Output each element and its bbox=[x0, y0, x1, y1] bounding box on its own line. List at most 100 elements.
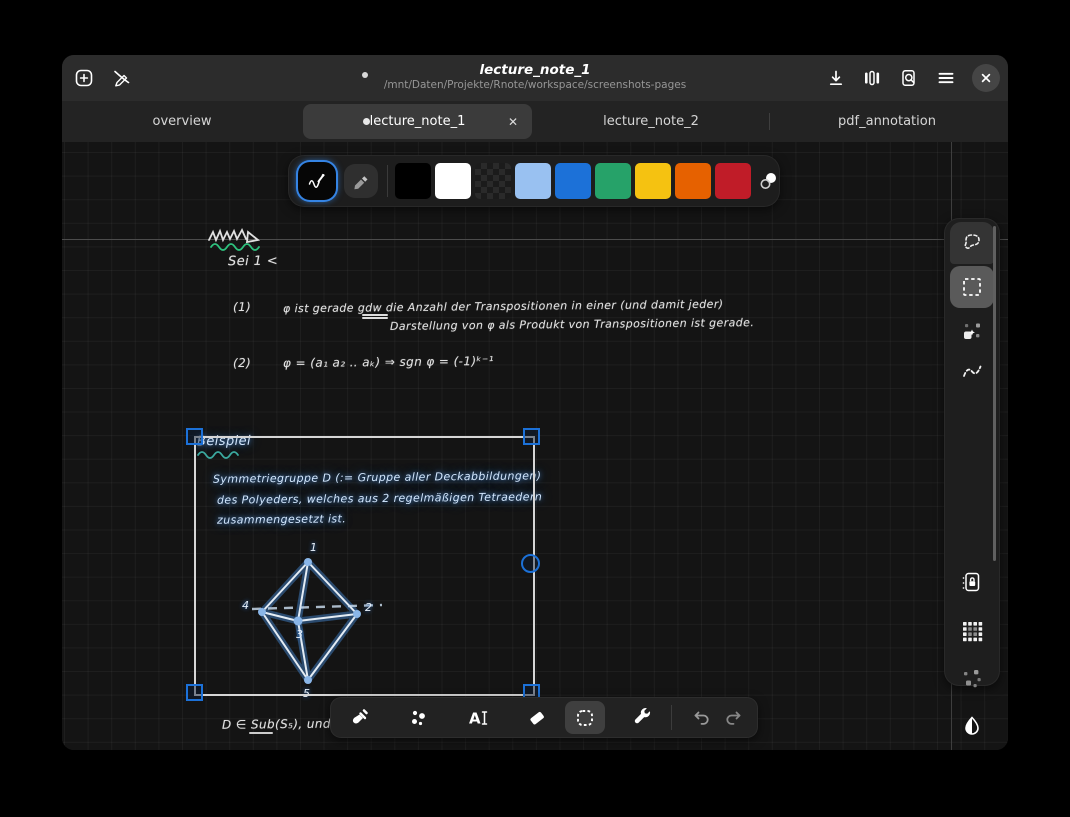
toolbar-divider bbox=[671, 705, 672, 730]
selector-icon bbox=[577, 709, 593, 726]
tools-toolbar: A bbox=[330, 697, 758, 738]
tab-bar: overview lecture_note_1 ✕ lecture_note_2… bbox=[62, 101, 1008, 142]
eraser-icon bbox=[530, 711, 544, 724]
tab-overview-icon bbox=[865, 70, 880, 86]
scattered-elements-icon bbox=[964, 670, 981, 688]
color-swatch[interactable] bbox=[555, 163, 591, 199]
lasso-selection-button[interactable] bbox=[950, 222, 994, 264]
handwritten-text: φ ist gerade gdw die Anzahl der Transpos… bbox=[282, 297, 724, 316]
fill-color-button[interactable] bbox=[344, 164, 378, 198]
ink-underline bbox=[362, 314, 388, 316]
selection-bounding-box[interactable] bbox=[194, 436, 535, 696]
handwritten-text: D = {(1), (234), (243), (15)(23), (15)(3… bbox=[222, 749, 600, 750]
close-icon bbox=[981, 73, 991, 83]
tab-pdf-annotation[interactable]: pdf_annotation bbox=[807, 101, 967, 142]
hamburger-menu-icon bbox=[938, 72, 954, 84]
document-magnifier-icon bbox=[902, 70, 915, 86]
handwriting-scribble bbox=[208, 227, 261, 244]
color-swatch[interactable] bbox=[475, 163, 511, 199]
close-window-button[interactable] bbox=[972, 64, 1000, 92]
app-window: lecture_note_1 /mnt/Daten/Projekte/Rnote… bbox=[62, 55, 1008, 750]
toolbar-divider bbox=[387, 165, 388, 197]
lasso-selection-icon bbox=[964, 234, 980, 249]
pen-slash-icon bbox=[114, 70, 130, 87]
handwritten-text: φ = (a₁ a₂ ‥ aₖ) ⇒ sgn φ = (-1)ᵏ⁻¹ bbox=[282, 353, 495, 371]
page-zoom-button[interactable] bbox=[893, 64, 925, 92]
color-swatch[interactable] bbox=[395, 163, 431, 199]
new-tab-button[interactable] bbox=[68, 64, 100, 92]
selection-handle-top-left[interactable] bbox=[186, 428, 203, 445]
selection-handle-right-middle[interactable] bbox=[521, 554, 540, 573]
color-picker-icon bbox=[760, 173, 776, 189]
tools-button[interactable] bbox=[624, 701, 662, 734]
redo-icon bbox=[726, 711, 741, 725]
plus-square-icon bbox=[75, 69, 93, 87]
tab-divider bbox=[769, 113, 770, 130]
tab-modified-dot bbox=[363, 118, 370, 125]
selection-handle-top-right[interactable] bbox=[523, 428, 540, 445]
tab-label: pdf_annotation bbox=[838, 114, 936, 129]
redo-button[interactable] bbox=[715, 701, 753, 734]
shaper-tool-button[interactable] bbox=[399, 701, 437, 734]
intersecting-path-icon bbox=[963, 365, 982, 377]
color-toolbar bbox=[288, 155, 780, 207]
svg-text:A: A bbox=[469, 709, 481, 727]
lock-page-icon bbox=[962, 572, 980, 592]
rectangle-selection-icon bbox=[963, 278, 981, 296]
eraser-tool-button[interactable] bbox=[518, 701, 556, 734]
deselect-elements-button[interactable] bbox=[954, 661, 990, 697]
tab-label: lecture_note_2 bbox=[603, 114, 699, 129]
drawing-canvas[interactable]: Sei 1 < (1) φ ist gerade gdw die Anzahl de… bbox=[62, 142, 1008, 750]
color-swatch[interactable] bbox=[595, 163, 631, 199]
color-swatch[interactable] bbox=[635, 163, 671, 199]
invert-selection-colors-button[interactable] bbox=[954, 708, 990, 744]
download-icon bbox=[829, 70, 843, 86]
typewriter-icon: A bbox=[469, 709, 488, 727]
single-element-selection-icon bbox=[964, 323, 980, 339]
brush-tool-button[interactable] bbox=[340, 701, 378, 734]
tab-overview-button[interactable] bbox=[856, 64, 888, 92]
color-swatch[interactable] bbox=[715, 163, 751, 199]
typewriter-tool-button[interactable]: A bbox=[459, 701, 497, 734]
save-button[interactable] bbox=[820, 64, 852, 92]
header-bar: lecture_note_1 /mnt/Daten/Projekte/Rnote… bbox=[62, 55, 1008, 101]
intersecting-path-selection-button[interactable] bbox=[950, 352, 994, 394]
shapes-icon bbox=[412, 710, 425, 725]
grid-select-icon bbox=[963, 622, 983, 642]
brush-icon bbox=[352, 708, 368, 724]
selector-settings-panel bbox=[944, 218, 1000, 735]
panel-scrollbar[interactable] bbox=[993, 226, 996, 561]
invert-colors-icon bbox=[965, 716, 979, 735]
single-element-selection-button[interactable] bbox=[950, 310, 994, 352]
rectangle-selection-button[interactable] bbox=[950, 266, 994, 308]
tab-overview[interactable]: overview bbox=[102, 101, 262, 142]
swatch-row bbox=[395, 163, 751, 199]
page-border-horizontal bbox=[62, 239, 1008, 240]
stroke-pen-icon bbox=[308, 173, 325, 188]
ink-underline bbox=[249, 732, 273, 734]
tab-lecture-note-1[interactable]: lecture_note_1 ✕ bbox=[303, 104, 532, 139]
selector-tool-button[interactable] bbox=[565, 701, 605, 734]
fill-marker-icon bbox=[354, 176, 368, 190]
stroke-color-button[interactable] bbox=[298, 162, 336, 200]
tab-close-button[interactable]: ✕ bbox=[502, 111, 524, 133]
tab-close-icon: ✕ bbox=[507, 115, 519, 129]
selection-handle-bottom-left[interactable] bbox=[186, 684, 203, 701]
pen-only-mode-toggle[interactable] bbox=[105, 64, 137, 92]
handwritten-text: (2) bbox=[232, 355, 252, 371]
tab-lecture-note-2[interactable]: lecture_note_2 bbox=[571, 101, 731, 142]
handwritten-text: Darstellung von φ als Produkt von Transp… bbox=[389, 316, 755, 333]
color-swatch[interactable] bbox=[515, 163, 551, 199]
color-swatch[interactable] bbox=[435, 163, 471, 199]
undo-icon bbox=[694, 711, 709, 725]
grid-select-button[interactable] bbox=[954, 613, 990, 649]
color-picker-button[interactable] bbox=[758, 170, 780, 192]
main-menu-button[interactable] bbox=[930, 64, 962, 92]
wrench-icon bbox=[634, 707, 651, 723]
wavy-underline bbox=[210, 243, 260, 251]
unsaved-indicator bbox=[362, 72, 368, 78]
lock-selection-button[interactable] bbox=[954, 564, 990, 600]
tab-label: lecture_note_1 bbox=[369, 114, 466, 129]
color-swatch[interactable] bbox=[675, 163, 711, 199]
handwritten-text: (1) bbox=[232, 299, 252, 315]
